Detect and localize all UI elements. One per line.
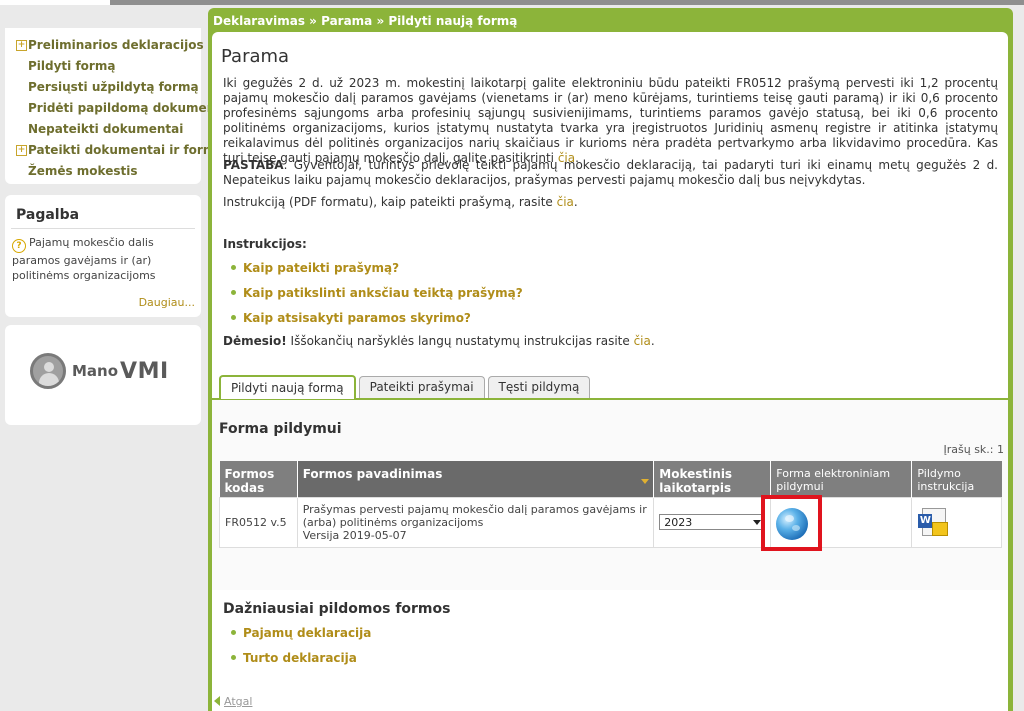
- header-form-code[interactable]: Formos kodas: [219, 461, 298, 497]
- instruction-link-cancel[interactable]: Kaip atsisakyti paramos skyrimo?: [231, 311, 471, 325]
- top-strip-left: [0, 0, 110, 5]
- mano-vmi-panel: Mano VMI: [5, 325, 201, 425]
- frequent-forms-title: Dažniausiai pildomos formos: [223, 601, 451, 617]
- help-link[interactable]: ? Pajamų mokesčio dalis paramos gavėjams …: [12, 235, 198, 283]
- header-form-name[interactable]: Formos pavadinimas: [297, 461, 655, 497]
- header-tax-period[interactable]: Mokestinis laikotarpis: [653, 461, 772, 497]
- tab-fill-new-form[interactable]: Pildyti naują formą: [219, 375, 356, 399]
- cell-electronic-form: [761, 494, 913, 551]
- record-count: Įrašų sk.: 1: [943, 443, 1004, 456]
- instruction-link-submit[interactable]: Kaip pateikti prašymą?: [231, 261, 399, 275]
- header-fill-instruction: Pildymo instrukcija: [911, 461, 1002, 497]
- cell-tax-period: 2023: [653, 496, 772, 548]
- help-more-link[interactable]: Daugiau...: [139, 296, 195, 309]
- frequent-link-income-declaration[interactable]: Pajamų deklaracija: [231, 626, 371, 640]
- top-strip-right: [110, 0, 1024, 5]
- sidebar-item-add-document[interactable]: Pridėti papildomą dokumentą: [5, 98, 229, 119]
- help-title: Pagalba: [16, 207, 80, 223]
- mano-vmi-logo[interactable]: Mano VMI: [30, 353, 169, 389]
- bullet-icon: [231, 315, 236, 320]
- chevron-down-icon: [753, 520, 762, 525]
- question-icon: ?: [12, 239, 26, 253]
- user-avatar-icon: [30, 353, 66, 389]
- chevron-left-icon: [214, 696, 220, 706]
- bullet-icon: [231, 265, 236, 270]
- main-content: Parama Iki gegužės 2 d. už 2023 m. mokes…: [212, 32, 1008, 711]
- plus-icon[interactable]: +: [16, 40, 27, 51]
- sidebar-item-submitted[interactable]: + Pateikti dokumentai ir formos: [5, 140, 231, 161]
- pdf-paragraph: Instrukciją (PDF formatu), kaip pateikti…: [223, 195, 578, 209]
- header-electronic-form: Forma elektroniniam pildymui: [770, 461, 913, 497]
- divider: [11, 228, 195, 229]
- tax-period-select[interactable]: 2023: [659, 514, 766, 530]
- bullet-icon: [231, 655, 236, 660]
- cell-form-name: Prašymas pervesti pajamų mokesčio dalį p…: [296, 496, 655, 548]
- sidebar-item-land-tax[interactable]: Žemės mokestis: [5, 161, 201, 182]
- breadcrumb: Deklaravimas » Parama » Pildyti naują fo…: [213, 14, 518, 28]
- tab-submitted-requests[interactable]: Pateikti prašymai: [358, 376, 485, 398]
- cell-form-code: FR0512 v.5: [219, 496, 298, 548]
- forms-table: Formos kodas Formos pavadinimas Mokestin…: [219, 461, 1002, 551]
- cell-fill-instruction: W: [911, 496, 1002, 548]
- sidebar-item-unsubmitted[interactable]: Nepateikti dokumentai: [5, 119, 201, 140]
- sidebar-item-fill-form[interactable]: Pildyti formą: [5, 56, 201, 77]
- tab-bar: Pildyti naują formą Pateikti prašymai Tę…: [219, 375, 593, 399]
- bullet-icon: [231, 290, 236, 295]
- instructions-title: Instrukcijos:: [223, 237, 307, 251]
- page-title: Parama: [221, 46, 290, 67]
- forms-title: Forma pildymui: [219, 421, 342, 437]
- instruction-link-amend[interactable]: Kaip patikslinti anksčiau teiktą prašymą…: [231, 286, 523, 300]
- sidebar-item-send-form[interactable]: Persiųsti užpildytą formą: [5, 77, 201, 98]
- table-header-row: Formos kodas Formos pavadinimas Mokestin…: [219, 461, 1002, 497]
- attention-note: Dėmesio! Iššokančių naršyklės langų nust…: [223, 334, 655, 348]
- intro-paragraph: Iki gegužės 2 d. už 2023 m. mokestinį la…: [223, 76, 998, 165]
- tab-continue-filling[interactable]: Tęsti pildymą: [487, 376, 591, 398]
- frequent-link-property-declaration[interactable]: Turto deklaracija: [231, 651, 357, 665]
- plus-icon[interactable]: +: [16, 145, 27, 156]
- sort-arrow-icon: [641, 479, 650, 484]
- table-row: FR0512 v.5 Prašymas pervesti pajamų moke…: [219, 494, 1002, 551]
- help-panel: Pagalba ? Pajamų mokesčio dalis paramos g…: [5, 195, 201, 317]
- bullet-icon: [231, 630, 236, 635]
- pdf-instruction-link[interactable]: čia: [557, 195, 574, 209]
- word-document-icon[interactable]: W: [918, 507, 949, 538]
- sidebar-menu: + Preliminarios deklaracijos Pildyti form…: [5, 28, 231, 184]
- logo-prefix: Mano: [72, 362, 119, 380]
- logo-name: VMI: [120, 358, 169, 384]
- highlight-box: [761, 494, 823, 551]
- popup-instruction-link[interactable]: čia: [634, 334, 651, 348]
- main-frame: Deklaravimas » Parama » Pildyti naują fo…: [208, 8, 1013, 711]
- sidebar-item-preliminary-declarations[interactable]: + Preliminarios deklaracijos: [5, 35, 204, 56]
- note-paragraph: PASTABA. Gyventojai, turintys prievolę t…: [223, 158, 998, 187]
- back-link[interactable]: Atgal: [214, 695, 252, 708]
